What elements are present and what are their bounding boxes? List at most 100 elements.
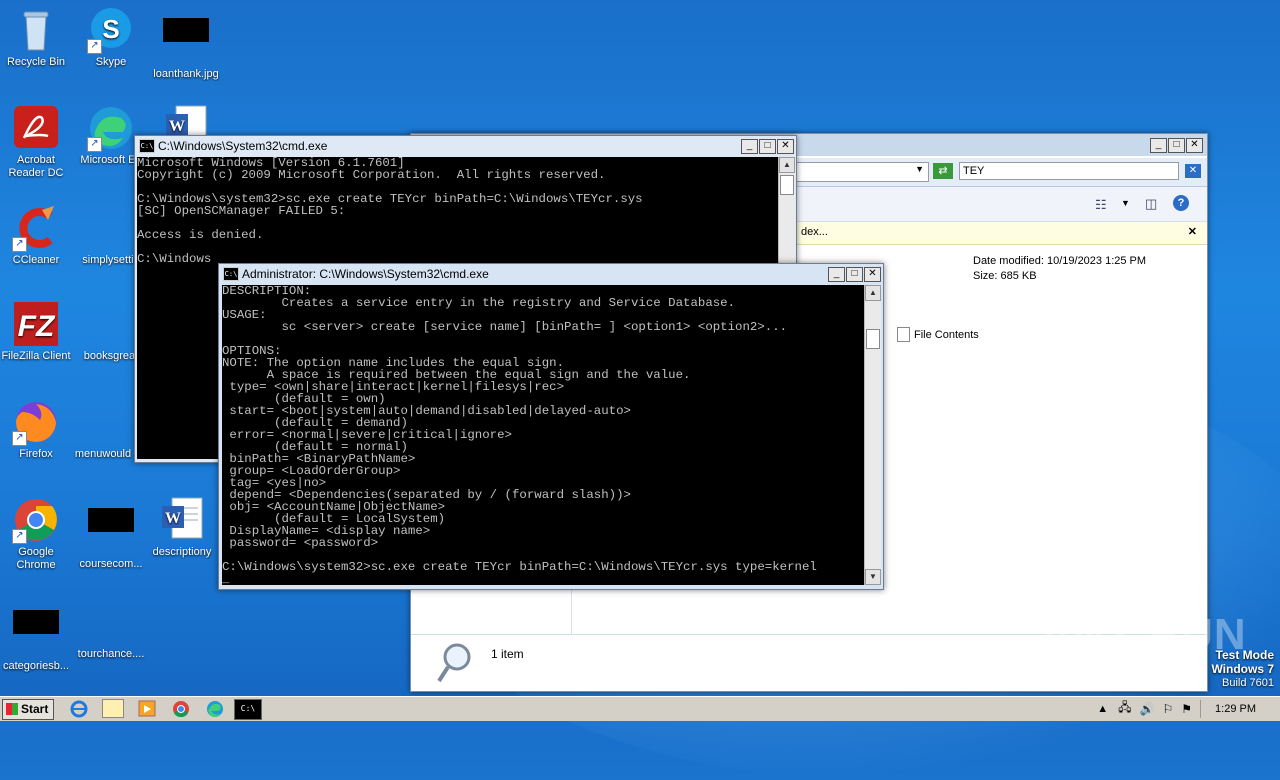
file-icon xyxy=(87,204,135,252)
maximize-button[interactable]: □ xyxy=(846,266,863,282)
desktop-icon-label: Acrobat xyxy=(17,154,55,166)
console-line: Creates a service entry in the registry … xyxy=(222,296,736,310)
desktop-icon-label-2: Reader DC xyxy=(8,167,64,179)
cmd-titlebar[interactable]: C:\ C:\Windows\System32\cmd.exe _ □ ✕ xyxy=(135,136,796,156)
console-line: _ xyxy=(222,572,230,585)
vertical-scrollbar[interactable]: ▲ ▼ xyxy=(864,285,881,585)
desktop-icon-recycle-bin[interactable]: Recycle Bin xyxy=(0,6,72,69)
info-bar-text: dex... xyxy=(801,226,828,238)
media-player-icon[interactable] xyxy=(136,699,158,718)
console-line: [SC] OpenSCManager FAILED 5: xyxy=(137,204,346,218)
desktop-icon-skype[interactable]: S ↗ Skype xyxy=(75,6,147,69)
scroll-thumb[interactable] xyxy=(866,329,880,349)
admin-cmd-window[interactable]: C:\ Administrator: C:\Windows\System32\c… xyxy=(218,263,884,590)
ie-icon[interactable] xyxy=(68,699,90,718)
console-line: Copyright (c) 2009 Microsoft Corporation… xyxy=(137,168,606,182)
desktop-icon-filezilla[interactable]: FZ FileZilla Client xyxy=(0,300,72,363)
cmd-taskbar-icon[interactable]: C:\ xyxy=(234,699,262,720)
desktop-icon-coursecom[interactable]: coursecom... xyxy=(75,496,147,571)
close-button[interactable]: ✕ xyxy=(1186,137,1203,153)
desktop-icon-acrobat[interactable]: Acrobat Reader DC xyxy=(0,104,72,180)
flag-icon[interactable]: ⚑ xyxy=(1181,702,1192,716)
maximize-button[interactable]: □ xyxy=(759,138,776,154)
desktop-icon-label: FileZilla Client xyxy=(1,350,71,362)
network-icon[interactable]: 🖧 xyxy=(1118,698,1131,719)
file-contents-label: File Contents xyxy=(914,328,979,341)
file-icon xyxy=(87,598,135,646)
image-file-icon xyxy=(162,18,210,66)
chevron-down-icon[interactable]: ▼ xyxy=(1121,198,1130,208)
date-modified: Date modified: 10/19/2023 1:25 PM xyxy=(973,255,1147,267)
clock[interactable]: 1:29 PM xyxy=(1215,703,1256,715)
desktop-icon-label: loanthank.jpg xyxy=(153,68,219,80)
start-label: Start xyxy=(21,702,49,716)
chevron-down-icon[interactable]: ▼ xyxy=(915,164,924,174)
system-tray: ▲ 🖧 🔊 ⚐ ⚑ 1:29 PM xyxy=(1097,698,1280,719)
desktop-icon-menuwould[interactable]: menuwould xyxy=(67,398,139,461)
desktop-icon-tourchance[interactable]: tourchance.... xyxy=(75,598,147,661)
desktop-icon-label: coursecom... xyxy=(79,558,143,570)
scroll-down-icon[interactable]: ▼ xyxy=(865,569,881,585)
status-item-count: 1 item xyxy=(491,647,524,661)
desktop-icon-ccleaner[interactable]: ↗ CCleaner xyxy=(0,204,72,267)
close-button[interactable]: ✕ xyxy=(864,266,881,282)
edge-taskbar-icon[interactable] xyxy=(204,699,226,718)
chrome-taskbar-icon[interactable] xyxy=(170,699,192,718)
explorer-taskbar-icon[interactable] xyxy=(102,699,124,718)
window-title: C:\Windows\System32\cmd.exe xyxy=(158,139,328,153)
image-file-icon xyxy=(12,610,60,658)
scroll-up-icon[interactable]: ▲ xyxy=(779,157,795,173)
cmd-titlebar[interactable]: C:\ Administrator: C:\Windows\System32\c… xyxy=(219,264,883,284)
scroll-thumb[interactable] xyxy=(780,175,794,195)
maximize-button[interactable]: □ xyxy=(1168,137,1185,153)
close-button[interactable]: ✕ xyxy=(777,138,794,154)
desktop-icon-label: menuwould xyxy=(74,448,132,460)
svg-text:W: W xyxy=(169,118,185,135)
chrome-icon: ↗ xyxy=(12,496,60,544)
console-line: password= <password> xyxy=(222,536,379,550)
svg-text:FZ: FZ xyxy=(18,310,56,343)
file-icon xyxy=(87,300,135,348)
search-icon xyxy=(437,643,471,683)
firefox-icon: ↗ xyxy=(12,398,60,446)
volume-icon[interactable]: 🔊 xyxy=(1140,702,1155,716)
window-title: Administrator: C:\Windows\System32\cmd.e… xyxy=(242,267,489,281)
taskbar: Start C:\ ▲ 🖧 🔊 ⚐ ⚑ 1:29 PM xyxy=(0,696,1280,721)
clear-search-icon[interactable]: ✕ xyxy=(1185,164,1201,178)
start-button[interactable]: Start xyxy=(2,699,54,720)
acrobat-icon xyxy=(12,104,60,152)
action-center-icon[interactable]: ⚐ xyxy=(1163,702,1174,716)
view-options-icon[interactable]: ☷ xyxy=(1095,197,1107,213)
console-output[interactable]: DESCRIPTION: Creates a service entry in … xyxy=(222,285,864,585)
desktop-icon-label: Recycle Bin xyxy=(6,56,66,68)
minimize-button[interactable]: _ xyxy=(741,138,758,154)
desktop-icon-label: Firefox xyxy=(19,448,53,460)
test-mode-notice: Test Mode Windows 7 Build 7601 xyxy=(1211,648,1274,690)
desktop-icon-firefox[interactable]: ↗ Firefox xyxy=(0,398,72,461)
help-icon[interactable]: ? xyxy=(1173,195,1189,211)
search-input[interactable] xyxy=(959,162,1179,180)
ccleaner-icon: ↗ xyxy=(12,204,60,252)
show-hidden-icons-icon[interactable]: ▲ xyxy=(1097,703,1108,715)
desktop-icon-label: categoriesb... xyxy=(2,660,70,672)
file-contents-link[interactable]: File Contents xyxy=(897,327,979,342)
desktop-icon-loanthank[interactable]: loanthank.jpg xyxy=(150,6,222,81)
close-icon[interactable]: ✕ xyxy=(1188,225,1197,238)
desktop-icon-categoriesb[interactable]: categoriesb... xyxy=(0,598,72,673)
skype-icon: S ↗ xyxy=(87,6,135,54)
scroll-up-icon[interactable]: ▲ xyxy=(865,285,881,301)
desktop-icon-label: Skype xyxy=(95,56,127,68)
windows-logo-icon xyxy=(6,703,18,715)
minimize-button[interactable]: _ xyxy=(1150,137,1167,153)
minimize-button[interactable]: _ xyxy=(828,266,845,282)
desktop-icon-label: CCleaner xyxy=(12,254,60,266)
recycle-bin-icon xyxy=(12,6,60,54)
preview-pane-icon[interactable]: ◫ xyxy=(1145,196,1157,212)
desktop-icon-chrome[interactable]: ↗ Google Chrome xyxy=(0,496,72,572)
refresh-icon[interactable]: ⇄ xyxy=(933,163,953,179)
desktop-icon-descriptiony[interactable]: W descriptiony xyxy=(146,496,218,559)
desktop-icon-label: Google xyxy=(18,546,54,558)
console-line: sc <server> create [service name] [binPa… xyxy=(222,320,788,334)
